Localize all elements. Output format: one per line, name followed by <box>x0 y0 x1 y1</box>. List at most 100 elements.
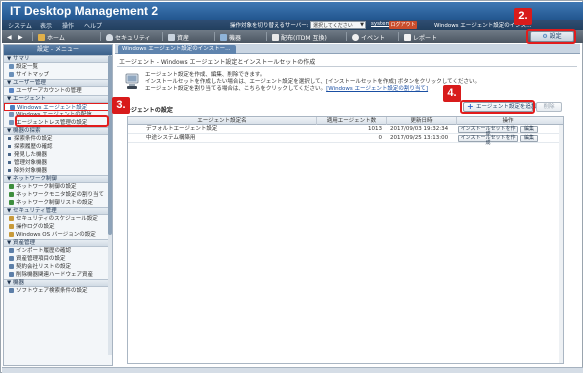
back-button[interactable]: ◀ <box>7 32 12 42</box>
sidebar-section-assets[interactable]: ▼ 資産管理 <box>4 239 112 247</box>
sidebar-item-managed-devices[interactable]: 管理対象機器 <box>4 159 112 167</box>
sidebar-item-asset-fields[interactable]: 資産管理項目の設定 <box>4 255 112 263</box>
sidebar-item-label: 発見した機器 <box>14 152 48 158</box>
sidebar-section-discovery[interactable]: ▼ 機器の探索 <box>4 127 112 135</box>
events-button[interactable]: イベント <box>352 32 385 42</box>
menu-view[interactable]: 表示 <box>40 21 52 30</box>
create-install-set-button[interactable]: インストールセットを作成 <box>458 126 518 137</box>
forward-button[interactable]: ▶ <box>18 32 23 42</box>
delete-button[interactable]: 削除 <box>536 102 562 112</box>
bullet-icon <box>8 137 11 140</box>
distribution-icon <box>272 33 279 41</box>
main-panel: Windows エージェント設定のインストー… エージェント - Windows… <box>115 44 580 366</box>
toolbar-divider <box>214 32 215 41</box>
chevron-down-icon: ▼ <box>360 22 364 28</box>
sidebar-item-network-list[interactable]: ネットワーク制御リストの設定 <box>4 199 112 207</box>
edit-button[interactable]: 編集 <box>520 135 538 142</box>
forward-arrow-icon: ▶ <box>18 33 23 41</box>
toolbar-divider <box>32 32 33 41</box>
report-icon <box>404 33 411 41</box>
sidebar-section-users[interactable]: ▼ ユーザー管理 <box>4 79 112 87</box>
distribution-button[interactable]: 配布(ITDM 互換) <box>272 32 327 42</box>
assets-button[interactable]: 資産 <box>168 32 189 42</box>
menu-system[interactable]: システム <box>8 21 32 30</box>
info-line: インストールセットを作成したい場合は、エージェント設定を選択して、[インストール… <box>145 79 480 85</box>
sidebar-item-label: Windows OS バージョンの設定 <box>16 232 96 238</box>
sidebar-item-security-schedule[interactable]: セキュリティのスケジュール設定 <box>4 215 112 223</box>
sidebar-section-devices[interactable]: ▼ 機器 <box>4 279 112 287</box>
column-header-count[interactable]: 適用エージェント数 <box>316 117 386 125</box>
events-label: イベント <box>361 34 386 42</box>
devices-button[interactable]: 機器 <box>220 32 241 42</box>
server-switch-label: 操作対象を切り替えるサーバー: <box>230 23 309 29</box>
sidebar-item-network-control[interactable]: ネットワーク制御の設定 <box>4 183 112 191</box>
report-button[interactable]: レポート <box>404 32 437 42</box>
callout-add-button-highlight <box>460 100 535 114</box>
status-bar <box>2 367 583 373</box>
assets-label: 資産 <box>177 34 190 42</box>
sidebar-item-software-search[interactable]: ソフトウェア検索条件の設定 <box>4 287 112 295</box>
table-row[interactable]: 中途システム構築用 0 2017/09/25 13:13:00 インストールセッ… <box>128 134 563 146</box>
edit-button[interactable]: 編集 <box>520 126 538 133</box>
sidebar-item-user-accounts[interactable]: ユーザーアカウントの管理 <box>4 87 112 95</box>
cell-updated: 2017/09/25 13:13:00 <box>390 135 449 141</box>
sidebar-section-summary[interactable]: ▼ サマリ <box>4 55 112 63</box>
sidebar-item-network-monitor[interactable]: ネットワークモニタ設定の割り当て <box>4 191 112 199</box>
info-line: エージェント設定を作成、編集、削除できます。 <box>145 72 266 78</box>
cell-name: デフォルトエージェント設定 <box>146 126 218 132</box>
security-button[interactable]: セキュリティ <box>106 32 151 42</box>
security-label: セキュリティ <box>115 34 151 42</box>
sidebar-item-label: 探索履歴の確認 <box>14 144 53 150</box>
sidebar-section-agent[interactable]: ▼ エージェント <box>4 95 112 103</box>
server-select-value: 選択してください <box>313 23 353 29</box>
sidebar-item-windows-agent-settings[interactable]: Windows エージェント設定 <box>4 103 112 111</box>
table-scrollbar[interactable] <box>559 125 563 363</box>
sidebar-item-discovery-conditions[interactable]: 探索条件の設定 <box>4 135 112 143</box>
step-badge-2: 2. <box>514 8 532 25</box>
logout-button[interactable]: ログアウト <box>389 21 417 29</box>
system-user-link[interactable]: system <box>371 21 391 27</box>
server-select[interactable]: 選択してください ▼ <box>310 21 366 29</box>
sidebar-section-security[interactable]: ▼ セキュリティ管理 <box>4 207 112 215</box>
cell-updated: 2017/09/03 19:32:34 <box>390 126 449 132</box>
app-title: IT Desktop Management 2 <box>10 4 159 18</box>
devices-label: 機器 <box>229 34 242 42</box>
sidebar-item-label: セキュリティのスケジュール設定 <box>16 216 98 222</box>
menu-bar: システム 表示 操作 ヘルプ 操作対象を切り替えるサーバー: 選択してください … <box>2 20 583 30</box>
sidebar-item-label: 契約会社リストの設定 <box>16 264 72 270</box>
sidebar-item-label: 設定一覧 <box>16 64 39 70</box>
menu-help[interactable]: ヘルプ <box>84 21 102 30</box>
column-header-updated[interactable]: 更新日時 <box>386 117 456 125</box>
scrollbar-thumb[interactable] <box>108 55 112 235</box>
bullet-icon <box>8 145 11 148</box>
sidebar-item-import-history[interactable]: インポート履歴の確認 <box>4 247 112 255</box>
menu-operation[interactable]: 操作 <box>62 21 74 30</box>
network-icon <box>9 184 14 189</box>
table-header: エージェント設定名 適用エージェント数 更新日時 操作 <box>128 117 563 125</box>
list-icon <box>9 64 14 69</box>
report-label: レポート <box>413 34 438 42</box>
sidebar-item-windows-os-version[interactable]: Windows OS バージョンの設定 <box>4 231 112 239</box>
sidebar-item-discovery-history[interactable]: 探索履歴の確認 <box>4 143 112 151</box>
sidebar-item-deleted-hardware[interactable]: 削除機器関連ハードウェア資産 <box>4 271 112 279</box>
back-arrow-icon: ◀ <box>7 33 12 41</box>
sidebar-item-found-devices[interactable]: 発見した機器 <box>4 151 112 159</box>
info-text: エージェント設定を作成、編集、削除できます。 インストールセットを作成したい場合… <box>145 72 480 93</box>
sidebar-item-operation-log[interactable]: 操作ログの設定 <box>4 223 112 231</box>
contract-icon <box>9 264 14 269</box>
sidebar-item-excluded-devices[interactable]: 除外対象機器 <box>4 167 112 175</box>
sidebar-section-network[interactable]: ▼ ネットワーク制御 <box>4 175 112 183</box>
assign-agent-settings-link[interactable]: [Windows エージェント設定の割り当て] <box>326 86 428 92</box>
column-header-name[interactable]: エージェント設定名 <box>128 117 316 125</box>
distribution-icon <box>9 112 14 117</box>
tab-windows-agent-settings[interactable]: Windows エージェント設定のインストー… <box>118 45 236 54</box>
network-icon <box>9 200 14 205</box>
breadcrumb: エージェント - Windows エージェント設定とインストールセットの作成 <box>119 59 316 66</box>
home-label: ホーム <box>47 34 65 42</box>
home-button[interactable]: ホーム <box>38 32 65 42</box>
table-row[interactable]: デフォルトエージェント設定 1013 2017/09/03 19:32:34 イ… <box>128 125 563 137</box>
sidebar-item-settings-list[interactable]: 設定一覧 <box>4 63 112 71</box>
sidebar-item-sitemap[interactable]: サイトマップ <box>4 71 112 79</box>
create-install-set-button[interactable]: インストールセットを作成 <box>458 135 518 146</box>
sidebar-item-contract-companies[interactable]: 契約会社リストの設定 <box>4 263 112 271</box>
